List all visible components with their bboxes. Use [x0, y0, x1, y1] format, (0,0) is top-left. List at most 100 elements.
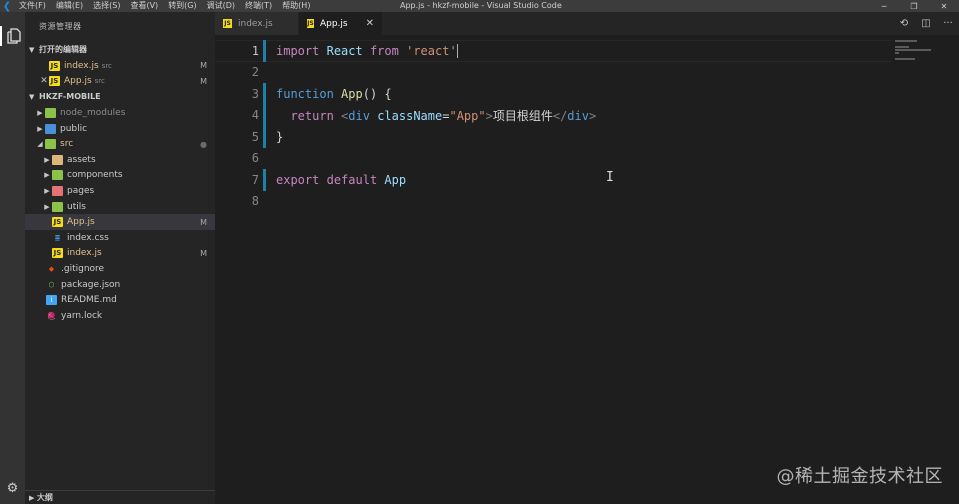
tree-file-index-css[interactable]: ≣ index.css	[25, 230, 215, 246]
open-editor-item[interactable]: JS index.js src M	[25, 58, 215, 74]
yarn-icon: 🧶	[47, 311, 56, 320]
tree-folder-pages[interactable]: ▶ pages	[25, 183, 215, 199]
js-file-icon: JS	[49, 76, 60, 87]
tree-folder-public[interactable]: ▶ public	[25, 121, 215, 137]
code-text: }	[276, 129, 284, 144]
window-controls: ─ ❐ ✕	[869, 0, 959, 12]
files-icon[interactable]	[0, 26, 25, 46]
tab-label: index.js	[238, 18, 273, 29]
explorer-sidebar: 资源管理器 ▼ 打开的编辑器 JS index.js src M ✕ JS Ap…	[25, 12, 215, 504]
minimap[interactable]	[891, 35, 959, 95]
outline-header[interactable]: ▶ 大纲	[25, 490, 215, 504]
js-file-icon: JS	[223, 19, 232, 28]
tree-item-label: node_modules	[60, 107, 126, 118]
tree-item-label: index.js	[67, 248, 102, 259]
info-icon: i	[46, 295, 57, 306]
code-line-5: 5 }	[215, 126, 891, 148]
window-title: App.js - hkzf-mobile - Visual Studio Cod…	[400, 1, 562, 10]
close-icon[interactable]: ✕	[39, 76, 49, 86]
folder-icon	[52, 185, 63, 196]
menu-terminal[interactable]: 终端(T)	[240, 0, 277, 12]
project-name: HKZF-MOBILE	[39, 92, 101, 102]
tab-label: App.js	[319, 18, 348, 29]
folder-icon	[45, 107, 56, 118]
open-editors-header[interactable]: ▼ 打开的编辑器	[25, 42, 215, 58]
restore-button[interactable]: ❐	[899, 0, 929, 12]
sidebar-title: 资源管理器	[39, 22, 82, 31]
menu-file[interactable]: 文件(F)	[14, 0, 51, 12]
code-line-4: 4 return <div className="App">项目根组件</div…	[215, 104, 891, 126]
git-modified-badge: M	[200, 61, 207, 71]
tab-index-js[interactable]: JS index.js	[215, 12, 299, 35]
outline-label: 大纲	[36, 493, 53, 502]
menu-edit[interactable]: 编辑(E)	[51, 0, 88, 12]
activity-bar: ⚙	[0, 12, 25, 504]
git-modified-badge: M	[200, 76, 207, 86]
open-editors-label: 打开的编辑器	[39, 45, 87, 54]
tree-file-app-js[interactable]: JS App.js M	[25, 214, 215, 230]
more-actions-icon[interactable]: ···	[937, 18, 959, 29]
tree-file-yarn-lock[interactable]: 🧶 yarn.lock	[25, 308, 215, 324]
menu-selection[interactable]: 选择(S)	[88, 0, 125, 12]
open-editor-path: src	[101, 61, 112, 70]
open-editor-filename: index.js	[64, 60, 99, 71]
tree-file-index-js[interactable]: JS index.js M	[25, 246, 215, 262]
minimize-button[interactable]: ─	[869, 0, 899, 12]
tree-item-label: pages	[67, 185, 95, 196]
folder-icon	[52, 201, 63, 212]
tree-file-readme[interactable]: i README.md	[25, 292, 215, 308]
vscode-logo-icon: ❮	[2, 0, 12, 12]
tree-file-gitignore[interactable]: ◆ .gitignore	[25, 261, 215, 277]
line-number: 3	[251, 86, 259, 101]
line-number: 4	[251, 108, 259, 123]
tree-folder-src[interactable]: ◢ src ●	[25, 136, 215, 152]
code-line-7: 7 export default App	[215, 169, 891, 191]
chevron-down-icon: ◢	[37, 140, 43, 149]
tree-folder-utils[interactable]: ▶ utils	[25, 199, 215, 215]
tab-app-js[interactable]: JS App.js ✕	[299, 12, 383, 35]
js-file-icon: JS	[307, 19, 314, 28]
tree-item-label: src	[60, 139, 74, 150]
tree-item-label: index.css	[67, 232, 109, 243]
menu-bar: 文件(F) 编辑(E) 选择(S) 查看(V) 转到(G) 调试(D) 终端(T…	[14, 0, 315, 12]
tree-folder-components[interactable]: ▶ components	[25, 168, 215, 184]
mouse-ibeam-cursor-icon: I	[606, 170, 614, 185]
folder-icon	[52, 170, 63, 181]
project-header[interactable]: ▼ HKZF-MOBILE	[25, 89, 215, 105]
editor-actions: ⟲ ◫ ···	[893, 12, 959, 35]
gear-icon[interactable]: ⚙	[0, 478, 25, 498]
tree-item-label: yarn.lock	[61, 310, 103, 321]
split-editor-icon[interactable]: ◫	[915, 18, 937, 29]
menu-help[interactable]: 帮助(H)	[277, 0, 315, 12]
code-text: return <div className="App">项目根组件</div>	[290, 108, 597, 123]
chevron-right-icon: ▶	[37, 124, 43, 133]
chevron-right-icon: ▶	[37, 108, 43, 117]
code-text: export default App	[276, 172, 407, 187]
open-editor-filename: App.js	[64, 76, 92, 87]
open-editor-item[interactable]: ✕ JS App.js src M	[25, 74, 215, 90]
open-changes-icon[interactable]: ⟲	[893, 18, 915, 29]
tree-item-label: App.js	[67, 217, 95, 228]
chevron-right-icon: ▶	[44, 155, 50, 164]
chevron-right-icon: ▶	[44, 171, 50, 180]
code-editor[interactable]: 1 import React from 'react' 2 3 function…	[215, 35, 959, 504]
tree-item-label: public	[60, 123, 88, 134]
line-number: 1	[251, 43, 259, 58]
modified-dot: ●	[200, 139, 207, 149]
open-editor-path: src	[94, 77, 105, 86]
menu-view[interactable]: 查看(V)	[125, 0, 163, 12]
js-file-icon: JS	[52, 217, 63, 228]
watermark: @稀土掘金技术社区	[776, 466, 943, 487]
menu-debug[interactable]: 调试(D)	[202, 0, 240, 12]
folder-icon	[45, 139, 56, 150]
tree-file-package-json[interactable]: ⬡ package.json	[25, 277, 215, 293]
tree-folder-assets[interactable]: ▶ assets	[25, 152, 215, 168]
tree-folder-node_modules[interactable]: ▶ node_modules	[25, 105, 215, 121]
folder-icon	[45, 123, 56, 134]
chevron-down-icon: ▼	[29, 93, 35, 102]
menu-go[interactable]: 转到(G)	[163, 0, 201, 12]
close-window-button[interactable]: ✕	[929, 0, 959, 12]
chevron-right-icon: ▶	[44, 186, 50, 195]
chevron-right-icon: ▶	[44, 202, 50, 211]
close-icon[interactable]: ✕	[366, 18, 374, 29]
